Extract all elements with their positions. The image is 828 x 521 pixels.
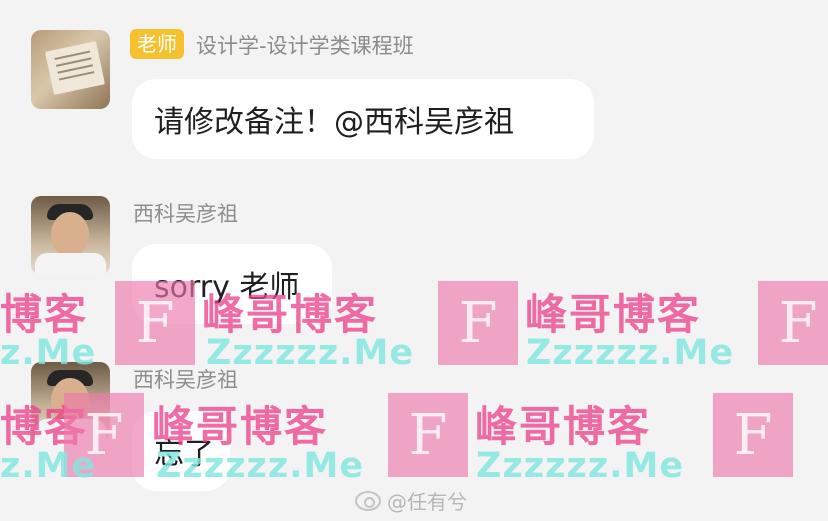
weibo-attribution: @任有兮	[355, 486, 467, 515]
sender-name: 西科吴彦祖	[133, 202, 238, 226]
message-bubble[interactable]: 请修改备注！@西科吴彦祖	[132, 79, 594, 159]
watermark-logo: F	[388, 393, 468, 477]
watermark-logo: F	[758, 281, 828, 365]
watermark-title-partial: 博客	[0, 290, 89, 339]
sender-name: 设计学-设计学类课程班	[196, 34, 414, 58]
watermark-title: 峰哥博客	[525, 290, 702, 339]
face	[51, 212, 89, 256]
avatar[interactable]	[31, 196, 110, 275]
face	[51, 378, 89, 422]
book-page	[44, 41, 106, 95]
watermark-site: Zzzzzz.Me	[526, 333, 735, 373]
shirt	[35, 253, 106, 275]
message-bubble[interactable]: 忘了	[132, 411, 230, 491]
watermark-title: 峰哥博客	[475, 402, 652, 451]
message-text: sorry 老师	[154, 270, 300, 305]
role-badge: 老师	[130, 29, 184, 59]
watermark-logo: F	[438, 281, 518, 365]
message-bubble[interactable]: sorry 老师	[132, 244, 332, 324]
watermark-logo: F	[713, 393, 793, 477]
message-text: 请修改备注！@西科吴彦祖	[154, 105, 514, 140]
weibo-icon	[355, 490, 381, 511]
weibo-handle: @任有兮	[387, 490, 467, 514]
sender-name: 西科吴彦祖	[133, 368, 238, 392]
avatar[interactable]	[31, 362, 110, 441]
avatar[interactable]	[31, 30, 110, 109]
watermark-site: Zzzzzz.Me	[476, 446, 685, 486]
watermark-site-partial: z.Me	[0, 446, 97, 486]
shirt	[35, 419, 106, 441]
message-text: 忘了	[154, 437, 214, 472]
